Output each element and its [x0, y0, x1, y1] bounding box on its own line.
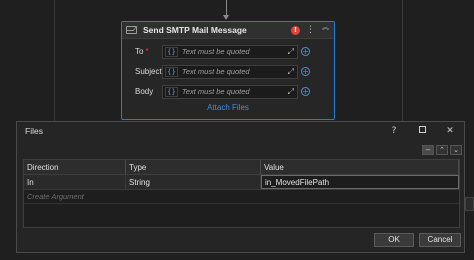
grid-toolbar: − ⌃ ⌄ [422, 145, 462, 155]
body-input[interactable]: {} Text must be quoted ⤢ [162, 84, 298, 99]
remove-row-icon[interactable]: − [422, 145, 434, 155]
to-input[interactable]: {} Text must be quoted ⤢ [162, 44, 298, 59]
activity-header[interactable]: Send SMTP Mail Message ! ⋮ ︽ [122, 22, 334, 39]
dialog-title: Files [25, 126, 43, 136]
expand-editor-icon[interactable]: ⤢ [288, 67, 294, 77]
expression-icon: {} [165, 86, 178, 97]
direction-cell[interactable]: In [24, 175, 126, 189]
attach-files-link[interactable]: Attach Files [122, 103, 334, 112]
expression-icon: {} [165, 46, 178, 57]
table-row[interactable]: In String in_MovedFilePath [24, 175, 459, 190]
collapse-icon[interactable]: ︽ [321, 23, 330, 36]
mail-icon [126, 26, 137, 34]
field-to: To * {} Text must be quoted ⤢ + [122, 44, 334, 59]
expression-icon: {} [165, 66, 178, 77]
ok-button[interactable]: OK [374, 233, 414, 247]
column-header-direction[interactable]: Direction [24, 160, 126, 174]
field-body: Body {} Text must be quoted ⤢ + [122, 84, 334, 99]
add-variable-icon[interactable]: + [301, 67, 310, 76]
close-icon[interactable]: ✕ [436, 126, 464, 136]
cancel-button[interactable]: Cancel [419, 233, 461, 247]
move-down-icon[interactable]: ⌄ [450, 145, 462, 155]
files-dialog: Files ? ✕ − ⌃ ⌄ Direction Type Value In … [16, 121, 465, 253]
add-variable-icon[interactable]: + [301, 87, 310, 96]
field-label: To * [135, 47, 149, 56]
grid-header: Direction Type Value [24, 160, 459, 175]
required-marker: * [145, 47, 149, 56]
create-argument-row[interactable]: Create Argument [24, 190, 459, 204]
help-icon[interactable]: ? [380, 126, 408, 136]
column-header-value[interactable]: Value [261, 160, 459, 174]
subject-placeholder: Text must be quoted [181, 67, 250, 76]
canvas-guide-line [402, 0, 403, 121]
send-smtp-activity[interactable]: Send SMTP Mail Message ! ⋮ ︽ To * {} Text… [121, 21, 335, 120]
move-up-icon[interactable]: ⌃ [436, 145, 448, 155]
activity-title: Send SMTP Mail Message [143, 25, 247, 35]
value-input[interactable]: in_MovedFilePath [261, 175, 459, 189]
canvas-guide-line [54, 0, 55, 121]
body-placeholder: Text must be quoted [181, 87, 250, 96]
dialog-titlebar[interactable]: Files ? ✕ [17, 122, 464, 140]
more-options-icon[interactable]: ⋮ [306, 25, 315, 35]
field-label: Subject [135, 67, 162, 76]
to-placeholder: Text must be quoted [181, 47, 250, 56]
expand-editor-icon[interactable]: ⤢ [288, 47, 294, 57]
expand-editor-icon[interactable]: ⤢ [288, 87, 294, 97]
maximize-icon[interactable] [408, 126, 436, 136]
add-variable-icon[interactable]: + [301, 47, 310, 56]
error-icon[interactable]: ! [291, 25, 300, 35]
background-panel-edge [465, 197, 474, 211]
arguments-grid: Direction Type Value In String in_MovedF… [23, 159, 460, 228]
subject-input[interactable]: {} Text must be quoted ⤢ [162, 64, 298, 79]
field-label: Body [135, 87, 154, 96]
flow-arrow-head [223, 15, 229, 20]
type-cell[interactable]: String [126, 175, 261, 189]
field-subject: Subject {} Text must be quoted ⤢ + [122, 64, 334, 79]
column-header-type[interactable]: Type [126, 160, 261, 174]
